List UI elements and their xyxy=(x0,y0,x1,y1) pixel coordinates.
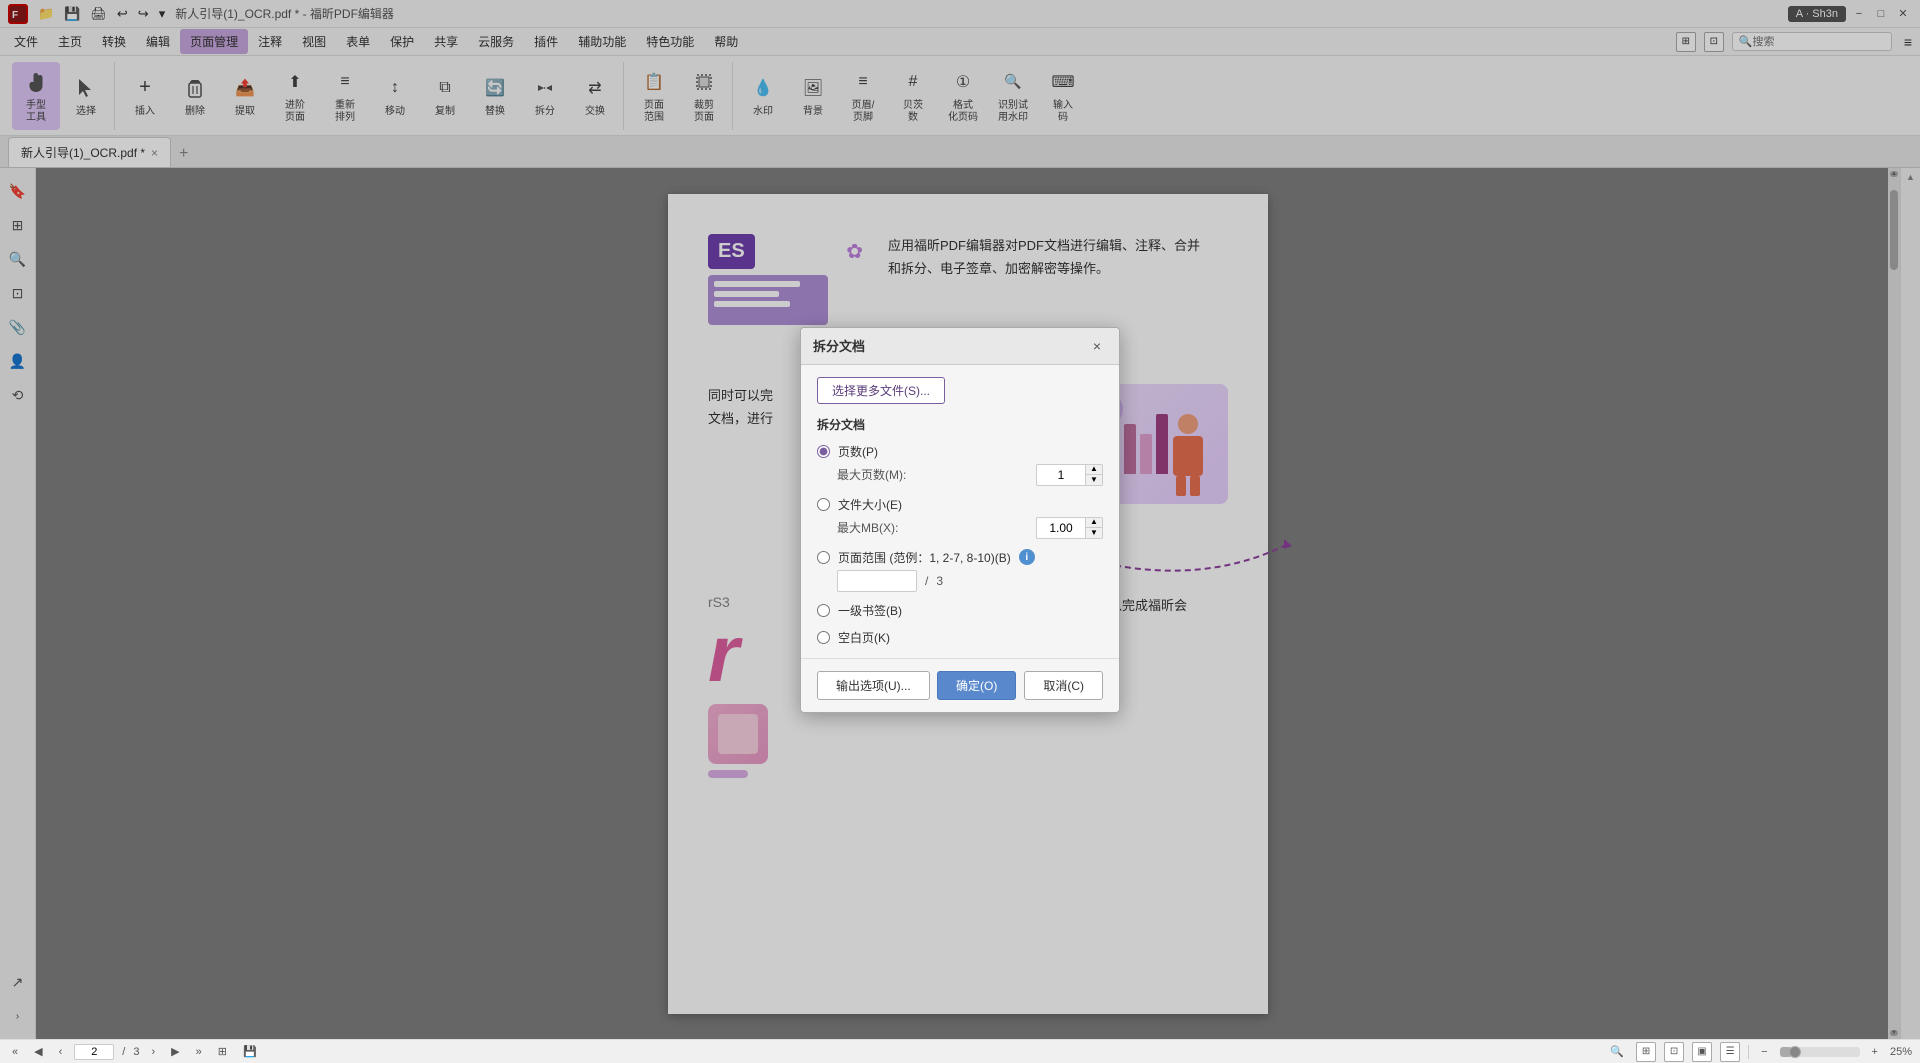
option-pagerange-row: 页面范围 (范例：1, 2-7, 8-10)(B) i / 3 xyxy=(817,549,1103,592)
statusbar-left: « ◀ ‹ / 3 › ▶ » ⊞ 💾 xyxy=(8,1044,261,1060)
first-page-btn[interactable]: « xyxy=(8,1045,22,1059)
option-blankpage-label[interactable]: 空白页(K) xyxy=(838,629,890,646)
split-options-group: 页数(P) 最大页数(M): ▲ ▼ xyxy=(817,443,1103,646)
max-mb-increment[interactable]: ▲ xyxy=(1086,518,1102,528)
search-btn[interactable]: 🔍 xyxy=(1606,1044,1628,1059)
output-options-button[interactable]: 输出选项(U)... xyxy=(817,671,930,700)
option-firstlevel-label[interactable]: 一级书签(B) xyxy=(838,602,902,619)
option-pages-label[interactable]: 页数(P) xyxy=(838,443,878,460)
save-btn[interactable]: 💾 xyxy=(239,1044,261,1059)
max-mb-spinbox-btns: ▲ ▼ xyxy=(1085,518,1102,538)
page-sep: / xyxy=(122,1046,125,1058)
dialog-body: 选择更多文件(S)... 拆分文档 页数(P) 最大页数(M): xyxy=(801,365,1119,658)
max-pages-spinbox[interactable]: ▲ ▼ xyxy=(1036,464,1103,486)
next-page-btn[interactable]: ▶ xyxy=(167,1044,183,1059)
option-pages-radio[interactable] xyxy=(817,445,830,458)
max-mb-row: 最大MB(X): ▲ ▼ xyxy=(837,517,1103,539)
thumbnail-btn[interactable]: ⊞ xyxy=(214,1044,231,1059)
page-number-input[interactable] xyxy=(74,1044,114,1060)
prev-page-btn[interactable]: ◀ xyxy=(30,1044,46,1059)
select-files-button[interactable]: 选择更多文件(S)... xyxy=(817,377,945,404)
option-filesize: 文件大小(E) xyxy=(817,496,1103,513)
max-mb-label: 最大MB(X): xyxy=(837,519,898,536)
view-single-btn[interactable]: ⊞ xyxy=(1636,1042,1656,1062)
max-pages-decrement[interactable]: ▼ xyxy=(1086,475,1102,485)
zoom-in-btn[interactable]: + xyxy=(1868,1045,1882,1059)
page-total: 3 xyxy=(133,1046,139,1058)
pagerange-info-icon[interactable]: i xyxy=(1019,549,1035,565)
split-section-label: 拆分文档 xyxy=(817,416,1103,433)
page-range-sep: / xyxy=(925,574,928,588)
max-pages-label: 最大页数(M): xyxy=(837,466,906,483)
option-pagerange-label[interactable]: 页面范围 (范例：1, 2-7, 8-10)(B) xyxy=(838,549,1011,566)
option-filesize-label[interactable]: 文件大小(E) xyxy=(838,496,902,513)
zoom-slider[interactable] xyxy=(1780,1047,1860,1057)
ok-button[interactable]: 确定(O) xyxy=(937,671,1016,700)
view-grid-btn[interactable]: ▣ xyxy=(1692,1042,1712,1062)
max-pages-input[interactable] xyxy=(1037,466,1085,484)
max-pages-increment[interactable]: ▲ xyxy=(1086,465,1102,475)
zoom-out-btn[interactable]: − xyxy=(1757,1045,1771,1059)
max-mb-input[interactable] xyxy=(1037,519,1085,537)
separator xyxy=(1748,1045,1749,1059)
dialog-close-button[interactable]: × xyxy=(1087,336,1107,356)
next-btn[interactable]: › xyxy=(147,1045,159,1059)
statusbar: « ◀ ‹ / 3 › ▶ » ⊞ 💾 🔍 ⊞ ⊡ ▣ ☰ − + 25% xyxy=(0,1039,1920,1063)
option-pagerange-radio[interactable] xyxy=(817,551,830,564)
option-pages-row: 页数(P) 最大页数(M): ▲ ▼ xyxy=(817,443,1103,486)
dialog-footer: 输出选项(U)... 确定(O) 取消(C) xyxy=(801,658,1119,712)
split-document-dialog: 拆分文档 × 选择更多文件(S)... 拆分文档 页数(P) 最大页数(M): xyxy=(800,327,1120,713)
page-range-inputs: / 3 xyxy=(837,570,1103,592)
view-double-btn[interactable]: ⊡ xyxy=(1664,1042,1684,1062)
cancel-button[interactable]: 取消(C) xyxy=(1024,671,1103,700)
option-blankpage: 空白页(K) xyxy=(817,629,1103,646)
option-filesize-radio[interactable] xyxy=(817,498,830,511)
max-mb-spinbox[interactable]: ▲ ▼ xyxy=(1036,517,1103,539)
page-range-input[interactable] xyxy=(837,570,917,592)
prev-btn[interactable]: ‹ xyxy=(55,1045,67,1059)
view-list-btn[interactable]: ☰ xyxy=(1720,1042,1740,1062)
option-filesize-row: 文件大小(E) 最大MB(X): ▲ ▼ xyxy=(817,496,1103,539)
zoom-thumb[interactable] xyxy=(1789,1046,1801,1058)
max-pages-row: 最大页数(M): ▲ ▼ xyxy=(837,464,1103,486)
dialog-title: 拆分文档 xyxy=(813,336,865,355)
option-firstlevel-radio[interactable] xyxy=(817,604,830,617)
dialog-titlebar: 拆分文档 × xyxy=(801,328,1119,365)
modal-overlay: 拆分文档 × 选择更多文件(S)... 拆分文档 页数(P) 最大页数(M): xyxy=(0,0,1920,1039)
option-firstlevel: 一级书签(B) xyxy=(817,602,1103,619)
last-page-btn[interactable]: » xyxy=(192,1045,206,1059)
dialog-action-buttons: 确定(O) 取消(C) xyxy=(937,671,1103,700)
option-pages: 页数(P) xyxy=(817,443,1103,460)
statusbar-right: 🔍 ⊞ ⊡ ▣ ☰ − + 25% xyxy=(1606,1042,1912,1062)
option-pagerange: 页面范围 (范例：1, 2-7, 8-10)(B) i xyxy=(817,549,1103,566)
option-blankpage-radio[interactable] xyxy=(817,631,830,644)
max-mb-decrement[interactable]: ▼ xyxy=(1086,528,1102,538)
max-pages-spinbox-btns: ▲ ▼ xyxy=(1085,465,1102,485)
page-range-total: 3 xyxy=(936,574,943,588)
zoom-level: 25% xyxy=(1890,1046,1912,1058)
